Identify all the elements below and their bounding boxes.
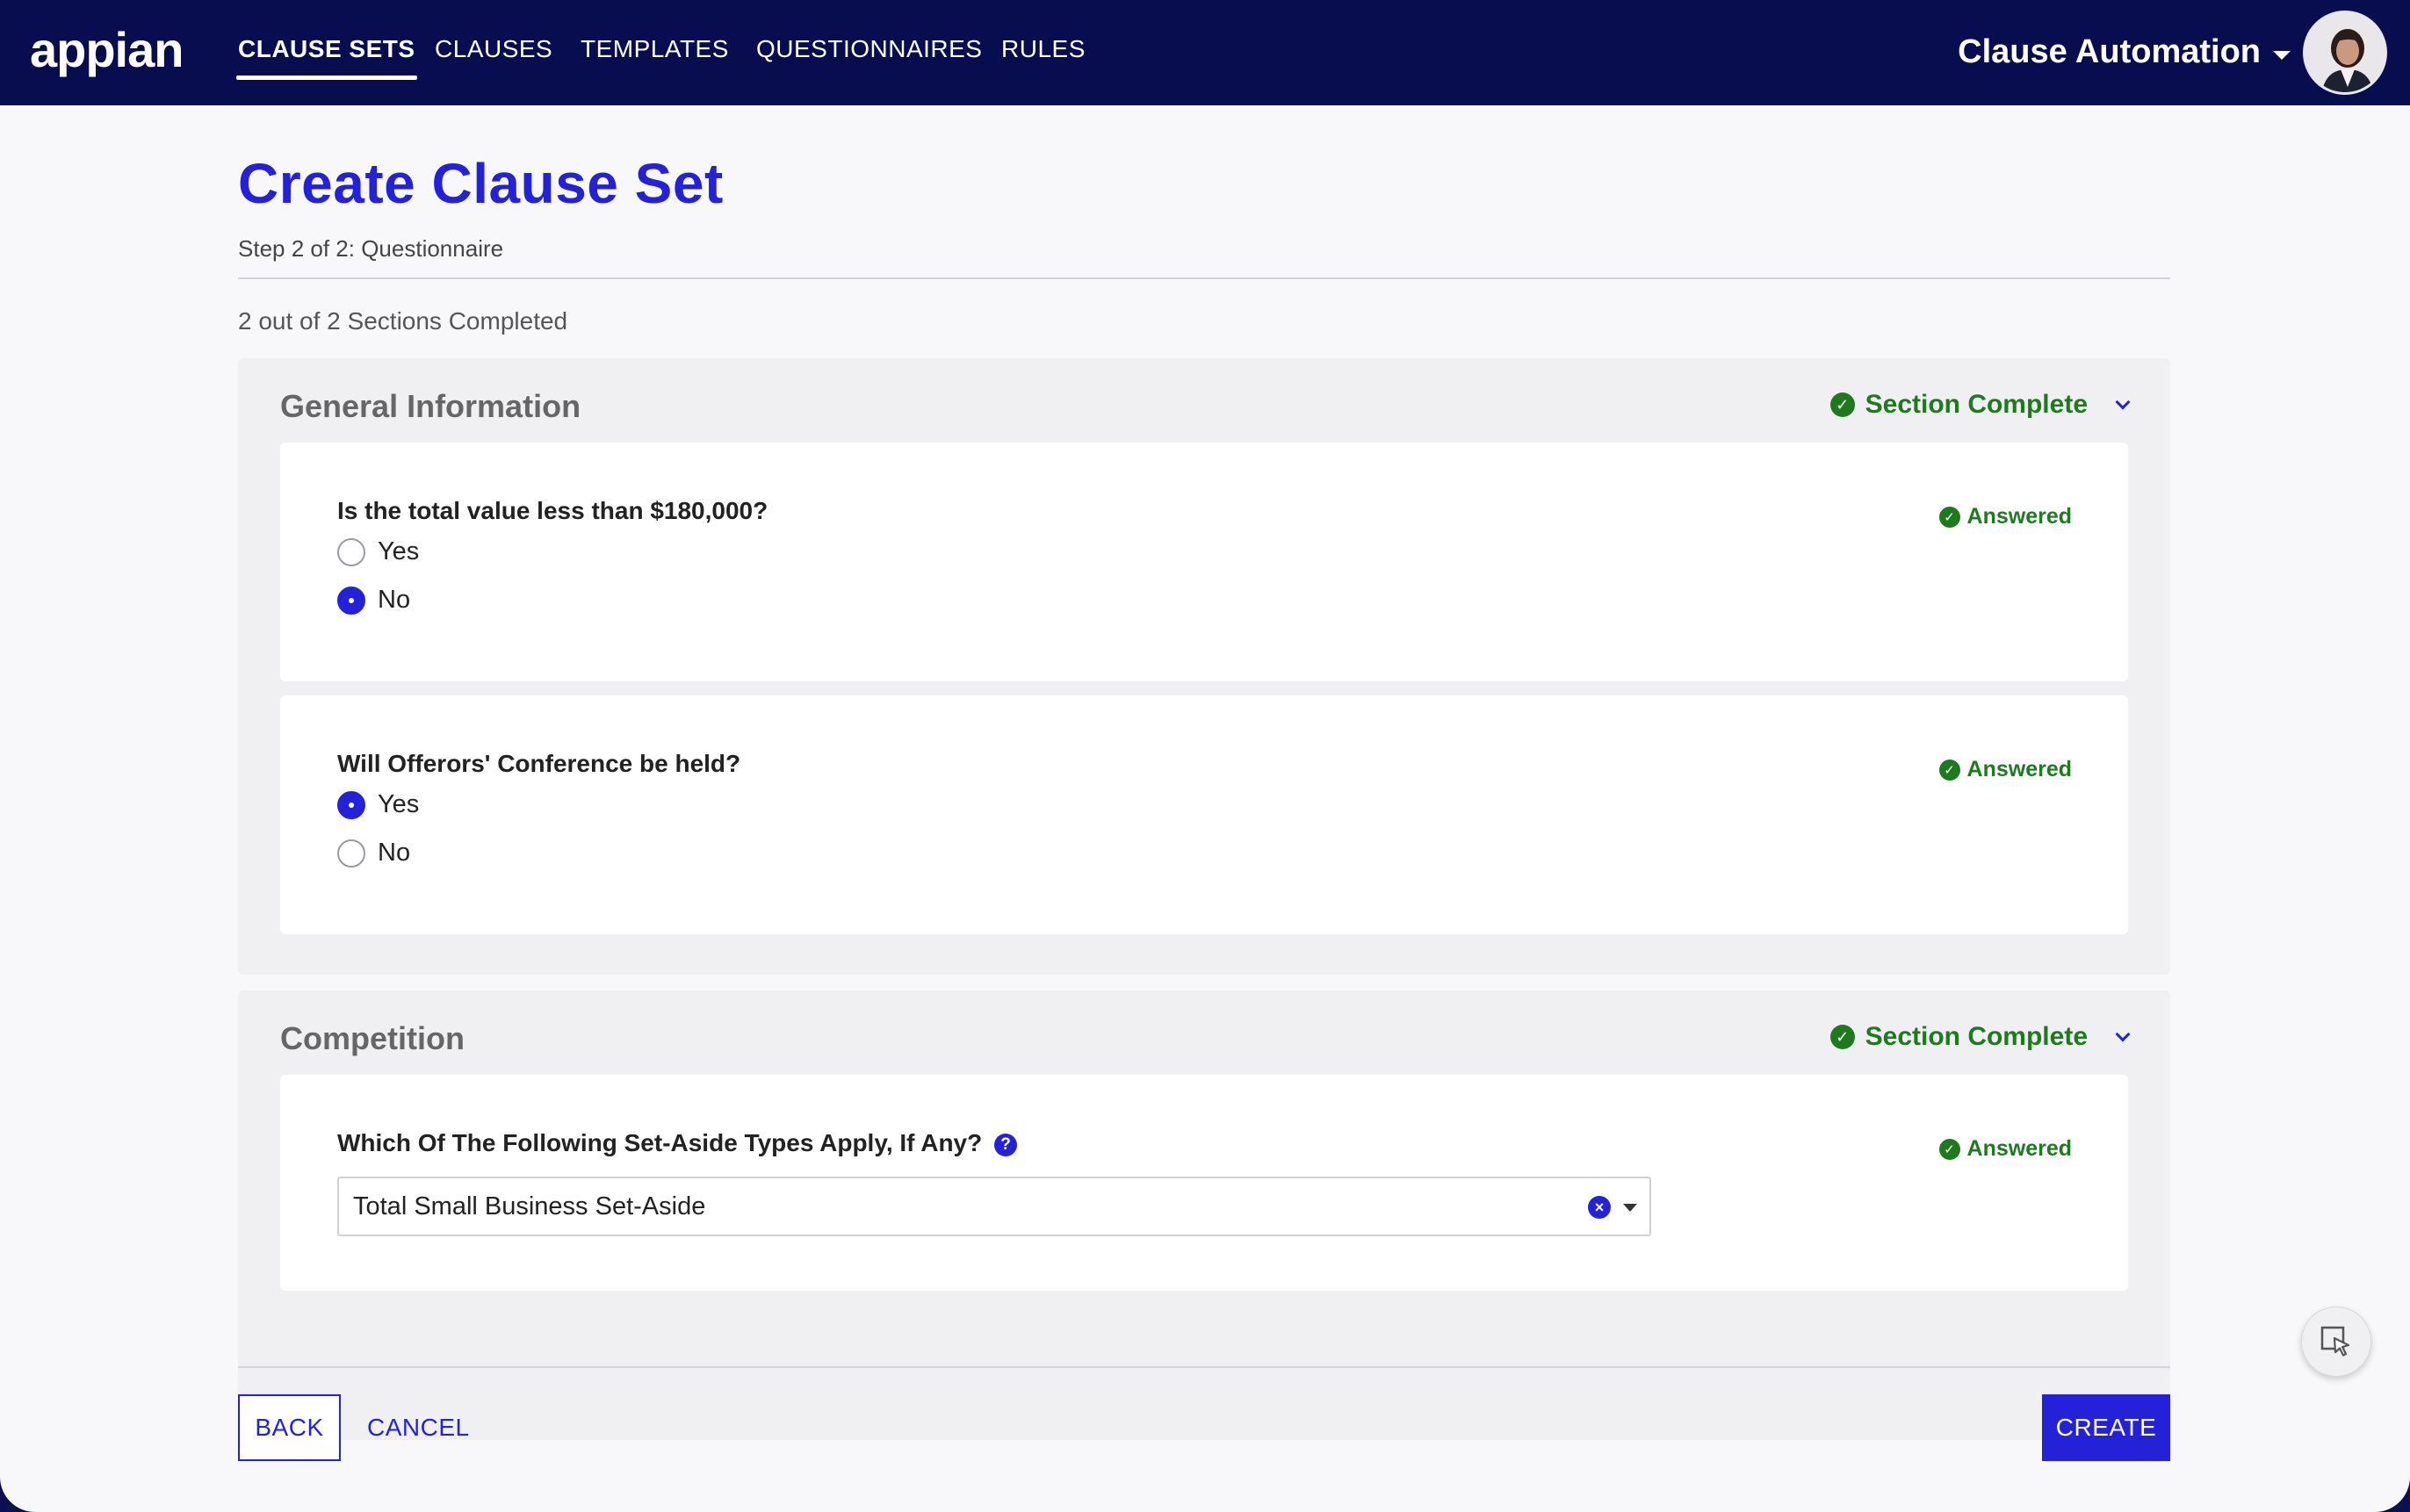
section-title: Competition (280, 1020, 465, 1056)
tab-clause-sets[interactable]: CLAUSE SETS (236, 35, 417, 80)
check-circle-icon: ✓ (1938, 1138, 1960, 1160)
check-circle-icon: ✓ (1938, 506, 1960, 528)
question-card: Which Of The Following Set-Aside Types A… (280, 1075, 2128, 1291)
question-label: Which Of The Following Set-Aside Types A… (337, 1129, 1018, 1157)
tab-rules[interactable]: RULES (1001, 35, 1086, 63)
section-status: ✓ Section Complete (1829, 1022, 2131, 1052)
page-title: Create Clause Set (238, 152, 724, 215)
answered-label: Answered (1966, 504, 2072, 529)
check-circle-icon: ✓ (1938, 759, 1960, 781)
floating-action-button[interactable] (2301, 1307, 2371, 1377)
cursor-select-icon (2320, 1326, 2350, 1357)
tab-clauses[interactable]: CLAUSES (435, 35, 552, 63)
answered-label: Answered (1966, 757, 2072, 781)
answered-badge: ✓ Answered (1938, 504, 2072, 529)
answered-badge: ✓ Answered (1938, 757, 2072, 782)
answered-label: Answered (1966, 1136, 2072, 1161)
option-label: Yes (378, 790, 420, 818)
dropdown-caret-icon[interactable] (1623, 1204, 1637, 1212)
section-status-label: Section Complete (1865, 390, 2088, 419)
question-text: Is the total value less than $180,000? (337, 497, 768, 524)
app-name: Clause Automation (1958, 33, 2261, 70)
person-avatar-icon (2305, 13, 2385, 92)
question-card: Will Offerors' Conference be held? ✓ Ans… (280, 695, 2128, 934)
app-switcher[interactable]: Clause Automation (1958, 33, 2291, 71)
question-text: Which Of The Following Set-Aside Types A… (337, 1129, 983, 1156)
section-title: General Information (280, 388, 581, 424)
cancel-button[interactable]: CANCEL (367, 1414, 470, 1442)
create-button[interactable]: CREATE (2042, 1394, 2170, 1461)
user-avatar[interactable] (2303, 11, 2387, 95)
option-label: No (378, 586, 411, 614)
section-general-information: General Information ✓ Section Complete I… (238, 358, 2170, 975)
appian-logo[interactable]: appian (30, 21, 184, 78)
top-nav: appian CLAUSE SETS CLAUSES TEMPLATES QUE… (0, 0, 2410, 105)
answered-badge: ✓ Answered (1938, 1136, 2072, 1162)
check-circle-icon: ✓ (1829, 392, 1855, 417)
back-button[interactable]: BACK (238, 1394, 341, 1461)
tab-questionnaires[interactable]: QUESTIONNAIRES (756, 35, 982, 63)
radio-button-selected[interactable] (337, 790, 365, 819)
set-aside-type-dropdown[interactable]: Total Small Business Set-Aside × (337, 1177, 1651, 1236)
caret-down-icon (2273, 50, 2291, 60)
question-text: Will Offerors' Conference be held? (337, 750, 741, 777)
header-divider (238, 277, 2170, 279)
radio-button[interactable] (337, 537, 365, 566)
check-circle-icon: ✓ (1829, 1025, 1855, 1049)
radio-button[interactable] (337, 839, 365, 868)
radio-option-no[interactable]: No (337, 839, 410, 868)
radio-option-yes[interactable]: Yes (337, 790, 419, 819)
tab-templates[interactable]: TEMPLATES (581, 35, 729, 63)
section-competition: Competition ✓ Section Complete Which Of … (238, 990, 2170, 1440)
section-status: ✓ Section Complete (1829, 390, 2131, 420)
chevron-down-icon[interactable] (2115, 1026, 2131, 1042)
clear-circle-icon[interactable]: × (1588, 1196, 1611, 1219)
option-label: No (378, 839, 411, 867)
dropdown-selected-value: Total Small Business Set-Aside (353, 1192, 706, 1220)
step-indicator: Step 2 of 2: Questionnaire (238, 235, 504, 262)
question-card: Is the total value less than $180,000? ✓… (280, 443, 2128, 681)
question-circle-icon[interactable]: ? (994, 1134, 1018, 1156)
chevron-down-icon[interactable] (2115, 394, 2131, 410)
section-status-label: Section Complete (1865, 1022, 2088, 1051)
option-label: Yes (378, 537, 420, 565)
radio-option-yes[interactable]: Yes (337, 537, 419, 566)
radio-option-no[interactable]: No (337, 586, 410, 615)
footer-divider (238, 1366, 2170, 1368)
radio-button-selected[interactable] (337, 586, 365, 615)
sections-progress: 2 out of 2 Sections Completed (238, 307, 568, 335)
page-content: Create Clause Set Step 2 of 2: Questionn… (0, 105, 2410, 1512)
